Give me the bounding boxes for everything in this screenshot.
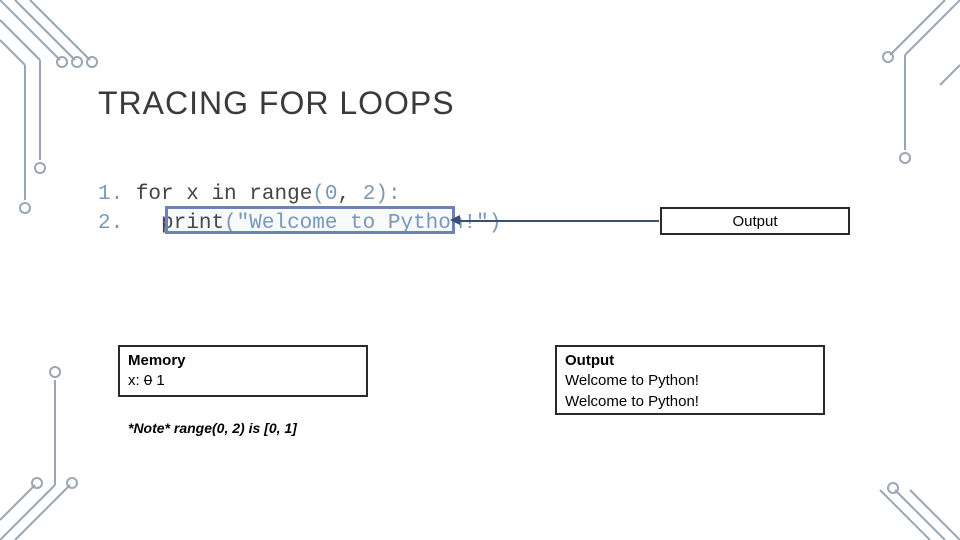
line-number-2: 2. — [98, 212, 123, 235]
output-box-title: Output — [565, 351, 815, 371]
kw-in: in — [211, 183, 236, 206]
memory-var-line: x: 0 1 — [128, 371, 358, 391]
kw-for: for — [136, 183, 174, 206]
range-note: *Note* range(0, 2) is [0, 1] — [128, 420, 297, 436]
memory-old-value: 0 — [144, 372, 152, 389]
var-x: x — [174, 183, 212, 206]
slide-title: TRACING FOR LOOPS — [98, 85, 455, 122]
memory-title: Memory — [128, 351, 358, 371]
output-line-2: Welcome to Python! — [565, 392, 815, 412]
output-label-text: Output — [732, 213, 777, 230]
circuit-decoration — [0, 0, 960, 540]
output-label-box: Output — [660, 207, 850, 235]
output-box: Output Welcome to Python! Welcome to Pyt… — [555, 345, 825, 415]
highlight-current-line — [165, 206, 455, 234]
fn-range: range — [249, 183, 312, 206]
output-line-1: Welcome to Python! — [565, 371, 815, 391]
memory-var-label: x: — [128, 372, 140, 389]
memory-new-value: 1 — [152, 372, 165, 389]
line-number-1: 1. — [98, 183, 123, 206]
code-line-1: 1. for x in range(0, 2): — [98, 180, 501, 209]
arrow-head-icon — [450, 215, 460, 225]
arrow-output — [459, 220, 659, 222]
memory-box: Memory x: 0 1 — [118, 345, 368, 397]
